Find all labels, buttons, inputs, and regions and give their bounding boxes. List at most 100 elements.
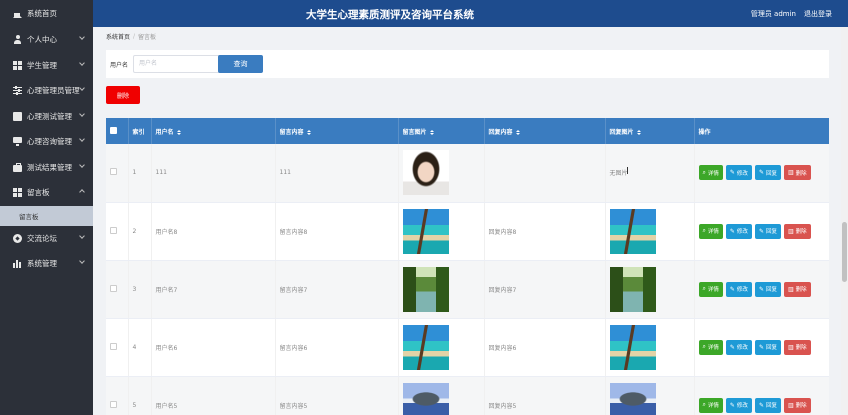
sidebar-item-test-results[interactable]: 测试结果管理 bbox=[0, 155, 93, 181]
reply-image-thumbnail[interactable] bbox=[609, 266, 656, 312]
button-label: 修改 bbox=[736, 287, 748, 293]
button-label: 修改 bbox=[736, 403, 748, 409]
column-header-content[interactable]: 留言内容 bbox=[275, 118, 399, 144]
username-cell: 用户名8 bbox=[151, 202, 276, 261]
sidebar-item-personal-center[interactable]: 个人中心 bbox=[0, 27, 93, 53]
button-label: 回复 bbox=[765, 229, 777, 235]
message-image-thumbnail[interactable] bbox=[402, 208, 449, 254]
username-cell: 用户名6 bbox=[151, 318, 276, 377]
sidebar-item-system[interactable]: 系统管理 bbox=[0, 251, 93, 277]
sidebar-item-forum[interactable]: 交流论坛 bbox=[0, 226, 93, 252]
image-cell bbox=[398, 144, 485, 203]
username-cell: 用户名7 bbox=[151, 260, 276, 319]
column-header-reply-image[interactable]: 回复图片 bbox=[605, 118, 695, 144]
sidebar-subitem-message-board[interactable]: 留言板 bbox=[0, 205, 93, 226]
row-checkbox[interactable] bbox=[110, 168, 117, 176]
detail-button[interactable]: ⌕ 详情 bbox=[698, 339, 723, 355]
edit-button[interactable]: ✎ 修改 bbox=[725, 281, 752, 297]
message-image-thumbnail[interactable] bbox=[402, 324, 449, 370]
content-cell: 留言内容6 bbox=[275, 318, 399, 377]
sort-icon[interactable] bbox=[429, 129, 434, 135]
detail-button[interactable]: ⌕ 详情 bbox=[698, 397, 723, 413]
edit-button[interactable]: ✎ 修改 bbox=[725, 339, 752, 355]
row-checkbox[interactable] bbox=[110, 226, 117, 234]
reply-image-cell bbox=[605, 318, 695, 377]
row-checkbox[interactable] bbox=[110, 342, 117, 350]
button-label: 修改 bbox=[736, 229, 748, 235]
message-image-thumbnail[interactable] bbox=[402, 266, 449, 312]
message-image-thumbnail[interactable] bbox=[402, 382, 449, 415]
scrollbar-thumb[interactable] bbox=[842, 222, 847, 282]
sidebar-item-message-board[interactable]: 留言板 bbox=[0, 180, 93, 206]
edit-button[interactable]: ✎ 修改 bbox=[725, 223, 752, 239]
reply-button[interactable]: ✎ 回复 bbox=[754, 165, 781, 181]
reply-icon: ✎ bbox=[758, 227, 764, 235]
select-all-cell bbox=[106, 118, 129, 144]
sidebar-item-consultation[interactable]: 心理咨询管理 bbox=[0, 129, 93, 155]
reply-image-thumbnail[interactable] bbox=[609, 382, 656, 415]
reply-button[interactable]: ✎ 回复 bbox=[754, 339, 781, 355]
reply-image-cell bbox=[605, 202, 695, 261]
button-label: 修改 bbox=[736, 345, 748, 351]
index-cell: 4 bbox=[128, 318, 152, 377]
index-cell: 3 bbox=[128, 260, 152, 319]
image-cell bbox=[398, 202, 485, 261]
breadcrumb-home[interactable]: 系统首页 bbox=[106, 32, 130, 41]
reply-button[interactable]: ✎ 回复 bbox=[754, 223, 781, 239]
sidebar-item-home[interactable]: 系统首页 bbox=[0, 0, 93, 27]
search-icon: ⌕ bbox=[702, 285, 706, 292]
delete-button[interactable]: ▥ 删除 bbox=[783, 281, 811, 297]
detail-button[interactable]: ⌕ 详情 bbox=[698, 165, 723, 181]
page-scrollbar[interactable] bbox=[841, 27, 848, 415]
reply-button[interactable]: ✎ 回复 bbox=[754, 281, 781, 297]
bar-chart-icon bbox=[13, 259, 22, 269]
detail-button[interactable]: ⌕ 详情 bbox=[698, 281, 723, 297]
logout-link[interactable]: 退出登录 bbox=[804, 9, 832, 19]
trash-icon: ▥ bbox=[787, 401, 794, 409]
sort-icon[interactable] bbox=[306, 129, 311, 135]
edit-button[interactable]: ✎ 修改 bbox=[725, 397, 752, 413]
column-header-reply[interactable]: 回复内容 bbox=[484, 118, 606, 144]
sort-icon[interactable] bbox=[515, 129, 520, 135]
select-all-checkbox[interactable] bbox=[110, 126, 117, 134]
reply-image-thumbnail[interactable] bbox=[609, 324, 656, 370]
delete-button[interactable]: ▥ 删除 bbox=[783, 397, 811, 413]
sort-icon[interactable] bbox=[636, 129, 641, 135]
reply-image-thumbnail[interactable] bbox=[609, 208, 656, 254]
column-header-username[interactable]: 用户名 bbox=[151, 118, 276, 144]
text-cursor-icon bbox=[627, 167, 628, 174]
column-header-label: 回复内容 bbox=[488, 128, 513, 136]
sidebar-item-psych-admins[interactable]: 心理管理员管理 bbox=[0, 78, 93, 104]
trash-icon: ▥ bbox=[787, 227, 794, 235]
sidebar-item-label: 测试结果管理 bbox=[27, 162, 72, 172]
message-table: 索引 用户名 留言内容 留言图片 回复内容 回复图片 操作 1 111 111 … bbox=[106, 118, 829, 415]
batch-delete-button[interactable]: 删除 bbox=[106, 86, 140, 104]
delete-button[interactable]: ▥ 删除 bbox=[783, 223, 811, 239]
reply-button[interactable]: ✎ 回复 bbox=[754, 397, 781, 413]
detail-button[interactable]: ⌕ 详情 bbox=[698, 223, 723, 239]
column-header-image[interactable]: 留言图片 bbox=[398, 118, 485, 144]
sidebar-item-label: 心理咨询管理 bbox=[27, 137, 72, 147]
chevron-up-icon bbox=[79, 189, 85, 195]
sidebar-item-label: 系统首页 bbox=[27, 9, 57, 18]
row-checkbox[interactable] bbox=[110, 400, 117, 408]
sidebar-item-students[interactable]: 学生管理 bbox=[0, 53, 93, 79]
button-label: 详情 bbox=[707, 287, 719, 293]
row-select-cell bbox=[106, 318, 129, 377]
chevron-down-icon bbox=[79, 34, 85, 40]
delete-button[interactable]: ▥ 删除 bbox=[783, 165, 811, 181]
message-image-thumbnail[interactable] bbox=[402, 150, 449, 196]
edit-button[interactable]: ✎ 修改 bbox=[725, 165, 752, 181]
row-checkbox[interactable] bbox=[110, 284, 117, 292]
edit-icon: ✎ bbox=[729, 343, 735, 351]
search-button[interactable]: 查询 bbox=[218, 55, 263, 73]
reply-cell: 回复内容8 bbox=[484, 202, 606, 261]
sidebar-item-psych-tests[interactable]: 心理测试管理 bbox=[0, 104, 93, 130]
delete-button[interactable]: ▥ 删除 bbox=[783, 339, 811, 355]
table-row: 2 用户名8 留言内容8 回复内容8 ⌕ 详情 ✎ 修改 ✎ 回复 ▥ 删除 bbox=[106, 202, 829, 261]
column-header-actions: 操作 bbox=[694, 118, 829, 144]
button-label: 详情 bbox=[707, 229, 719, 235]
column-header-label: 用户名 bbox=[155, 128, 174, 136]
sort-icon[interactable] bbox=[176, 129, 181, 135]
reply-cell bbox=[484, 144, 606, 203]
